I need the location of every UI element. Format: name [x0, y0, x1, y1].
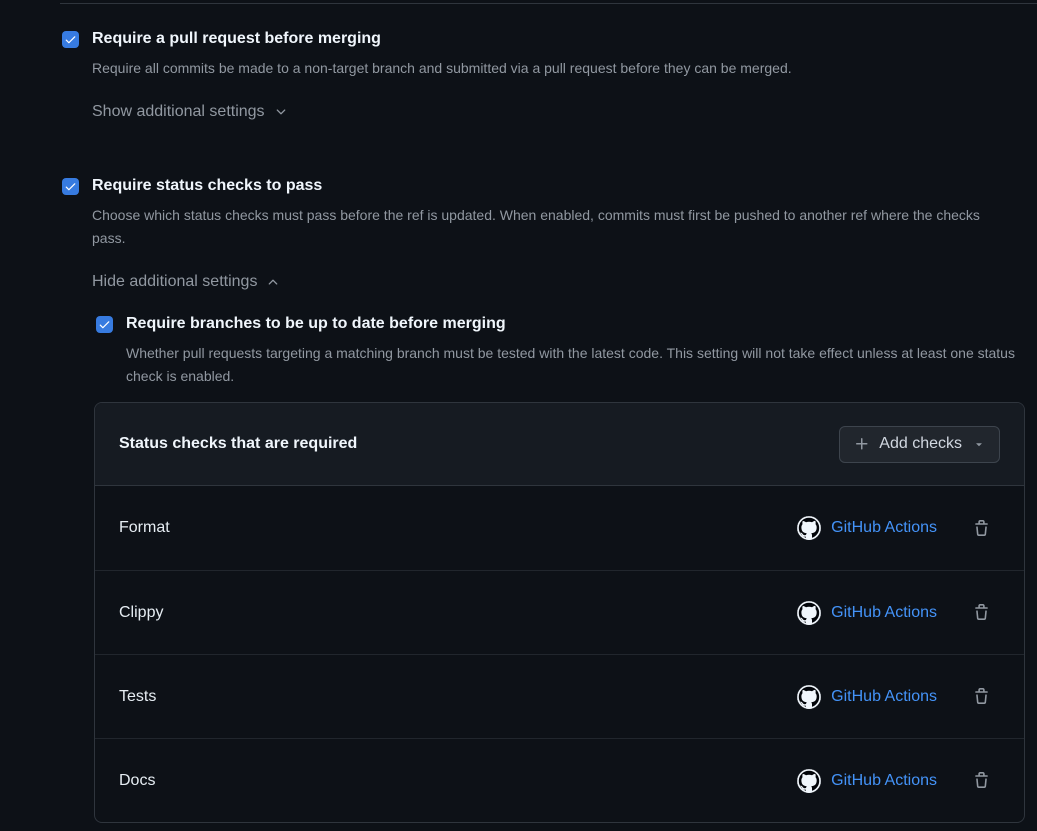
github-actions-link[interactable]: GitHub Actions: [831, 519, 937, 537]
branch-rules-settings: Require a pull request before merging Re…: [0, 0, 1037, 823]
plus-icon: [854, 436, 870, 452]
toggle-label: Show additional settings: [92, 103, 265, 121]
status-check-name: Clippy: [119, 604, 163, 622]
check-icon: [98, 318, 111, 331]
remove-check-button[interactable]: [973, 604, 990, 621]
rule-section-status-checks: Require status checks to pass Choose whi…: [62, 174, 1026, 823]
add-checks-label: Add checks: [879, 435, 962, 453]
check-icon: [64, 180, 77, 193]
toggle-label: Hide additional settings: [92, 273, 257, 291]
status-check-name: Format: [119, 519, 170, 537]
status-check-name: Docs: [119, 772, 155, 790]
status-check-row: Format GitHub Actions: [95, 486, 1024, 570]
rule-title: Require a pull request before merging: [92, 30, 381, 48]
github-actions-avatar-icon: [797, 516, 821, 540]
status-check-row: Clippy GitHub Actions: [95, 570, 1024, 654]
show-additional-settings-toggle[interactable]: Show additional settings: [92, 100, 288, 124]
trash-icon: [973, 688, 990, 705]
github-actions-link[interactable]: GitHub Actions: [831, 688, 937, 706]
trash-icon: [973, 604, 990, 621]
require-status-checks-checkbox[interactable]: [62, 178, 79, 195]
trash-icon: [973, 520, 990, 537]
nested-setting-description: Whether pull requests targeting a matchi…: [126, 342, 1026, 388]
status-checks-panel-header: Status checks that are required Add chec…: [95, 403, 1024, 486]
panel-title: Status checks that are required: [119, 435, 357, 453]
rule-description: Choose which status checks must pass bef…: [92, 204, 982, 250]
github-actions-link[interactable]: GitHub Actions: [831, 604, 937, 622]
github-actions-avatar-icon: [797, 685, 821, 709]
rule-section-pull-request: Require a pull request before merging Re…: [62, 27, 1026, 124]
add-checks-button[interactable]: Add checks: [839, 426, 1000, 463]
github-actions-avatar-icon: [797, 769, 821, 793]
github-actions-avatar-icon: [797, 601, 821, 625]
github-actions-link[interactable]: GitHub Actions: [831, 772, 937, 790]
require-up-to-date-checkbox[interactable]: [96, 316, 113, 333]
check-icon: [64, 33, 77, 46]
remove-check-button[interactable]: [973, 772, 990, 789]
nested-setting-title: Require branches to be up to date before…: [126, 315, 506, 333]
status-check-row: Docs GitHub Actions: [95, 738, 1024, 822]
rule-title: Require status checks to pass: [92, 177, 322, 195]
section-divider: [60, 3, 1037, 4]
trash-icon: [973, 772, 990, 789]
nested-setting-up-to-date: Require branches to be up to date before…: [96, 312, 1026, 388]
remove-check-button[interactable]: [973, 520, 990, 537]
remove-check-button[interactable]: [973, 688, 990, 705]
status-check-name: Tests: [119, 688, 156, 706]
hide-additional-settings-toggle[interactable]: Hide additional settings: [92, 270, 280, 294]
triangle-down-icon: [973, 438, 985, 450]
status-checks-panel: Status checks that are required Add chec…: [94, 402, 1025, 823]
chevron-down-icon: [274, 105, 288, 119]
chevron-up-icon: [266, 275, 280, 289]
require-pull-request-checkbox[interactable]: [62, 31, 79, 48]
rule-description: Require all commits be made to a non-tar…: [92, 57, 1026, 80]
status-check-row: Tests GitHub Actions: [95, 654, 1024, 738]
